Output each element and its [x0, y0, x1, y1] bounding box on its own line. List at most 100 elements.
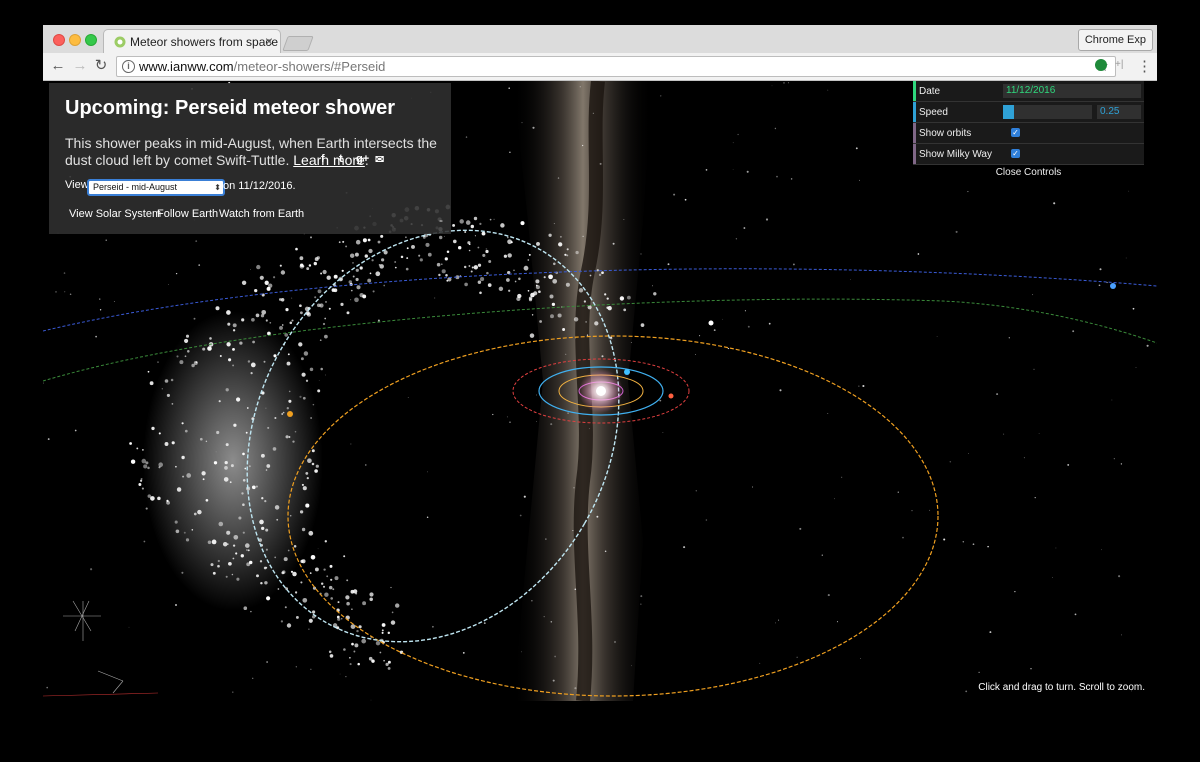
dust-particle: [279, 264, 282, 267]
background-star: [573, 487, 575, 489]
info-panel: Upcoming: Perseid meteor shower This sho…: [49, 83, 451, 234]
background-star: [1003, 433, 1005, 435]
show-milky-way-checkbox[interactable]: ✓: [1011, 149, 1020, 158]
solar-system-viewport[interactable]: Upcoming: Perseid meteor shower This sho…: [43, 81, 1157, 701]
dust-particle: [226, 543, 229, 545]
background-star: [949, 461, 952, 463]
dust-particle: [312, 610, 316, 614]
background-star: [765, 218, 769, 221]
dust-particle: [244, 467, 247, 470]
dust-particle: [583, 300, 587, 303]
dust-particle: [202, 347, 206, 351]
dust-particle: [381, 631, 384, 634]
background-star: [508, 87, 510, 89]
minimize-panel-button[interactable]: -: [439, 213, 443, 227]
browser-tab[interactable]: Meteor showers from space ×: [103, 29, 281, 53]
dust-particle: [507, 239, 512, 245]
dust-particle: [446, 250, 450, 253]
background-star: [827, 594, 830, 597]
dust-particle: [375, 271, 381, 277]
background-star: [536, 421, 537, 423]
dust-particle: [210, 563, 214, 567]
dust-particle: [186, 473, 192, 478]
close-controls-button[interactable]: Close Controls: [913, 165, 1144, 181]
back-icon[interactable]: ←: [49, 57, 67, 75]
dust-particle: [606, 297, 609, 300]
bright-star: [708, 320, 714, 326]
facebook-icon[interactable]: f: [321, 153, 325, 165]
speed-input[interactable]: 0.25: [1097, 105, 1141, 119]
background-star: [99, 309, 102, 311]
background-star: [596, 515, 599, 518]
dust-particle: [342, 240, 345, 243]
url-text[interactable]: www.ianww.com/meteor-showers/#Perseid: [139, 59, 385, 74]
background-star: [55, 291, 57, 293]
dust-particle: [336, 615, 340, 619]
show-orbits-checkbox[interactable]: ✓: [1011, 128, 1020, 137]
background-star: [552, 679, 555, 682]
dust-particle: [477, 246, 480, 249]
learn-more-link[interactable]: Learn more: [293, 152, 365, 168]
browser-toolbar: ← → ↻ i www.ianww.com/meteor-showers/#Pe…: [43, 53, 1157, 81]
dust-particle: [387, 660, 391, 664]
dust-particle: [500, 223, 505, 228]
dust-particle: [332, 588, 335, 591]
tab-close-icon[interactable]: ×: [265, 33, 273, 49]
background-star: [443, 235, 445, 237]
new-tab-button[interactable]: [282, 36, 314, 51]
background-star: [836, 621, 839, 623]
browser-menu-icon[interactable]: ⋮: [1137, 57, 1152, 75]
window-close-button[interactable]: [53, 34, 65, 46]
dust-particle: [303, 351, 309, 356]
forward-icon[interactable]: →: [71, 57, 89, 75]
dust-particle: [309, 572, 312, 574]
dust-particle: [307, 458, 312, 464]
dust-particle: [311, 462, 315, 466]
dust-particle: [229, 481, 232, 484]
background-star: [1118, 575, 1121, 578]
dust-particle: [175, 465, 177, 468]
dust-particle: [487, 283, 492, 287]
background-star: [343, 555, 346, 558]
dust-particle: [218, 400, 221, 403]
speed-slider[interactable]: [1003, 105, 1092, 119]
dust-particle: [302, 396, 306, 400]
dust-particle: [549, 294, 554, 299]
background-star: [684, 198, 687, 201]
info-icon[interactable]: i: [122, 60, 135, 73]
shower-select[interactable]: Perseid - mid-August ⬍: [87, 179, 225, 196]
extension-check-icon[interactable]: [1095, 59, 1107, 71]
dust-particle: [341, 269, 344, 272]
background-star: [1106, 281, 1108, 284]
background-star: [623, 219, 625, 220]
watch-from-earth-button[interactable]: Watch from Earth: [219, 208, 304, 220]
dust-particle: [350, 624, 356, 629]
dust-particle: [375, 640, 381, 646]
email-icon[interactable]: ✉: [375, 153, 384, 166]
window-minimize-button[interactable]: [69, 34, 81, 46]
dust-particle: [538, 290, 541, 294]
dust-particle: [240, 554, 244, 558]
follow-earth-button[interactable]: Follow Earth: [157, 208, 218, 220]
address-bar[interactable]: i www.ianww.com/meteor-showers/#Perseid …: [116, 56, 1116, 77]
background-star: [350, 299, 352, 301]
background-star: [99, 298, 101, 300]
date-input[interactable]: 11/12/2016: [1003, 84, 1141, 98]
google-plus-icon[interactable]: g+: [356, 153, 369, 165]
dust-particle: [381, 629, 384, 632]
background-star: [1014, 590, 1016, 593]
dust-particle: [255, 485, 258, 488]
view-solar-system-button[interactable]: View Solar System: [69, 208, 161, 220]
profile-button[interactable]: Chrome Exp: [1077, 29, 1153, 51]
dust-particle: [236, 577, 240, 581]
dust-particle: [313, 261, 317, 266]
window-maximize-button[interactable]: [85, 34, 97, 46]
extension-icon[interactable]: +|: [1115, 59, 1123, 70]
background-star: [897, 491, 899, 493]
background-star: [543, 615, 545, 618]
dust-particle: [350, 289, 353, 292]
dust-particle: [215, 306, 220, 311]
reload-icon[interactable]: ↻: [92, 57, 110, 75]
twitter-icon[interactable]: t: [339, 153, 343, 165]
dust-particle: [158, 432, 161, 435]
